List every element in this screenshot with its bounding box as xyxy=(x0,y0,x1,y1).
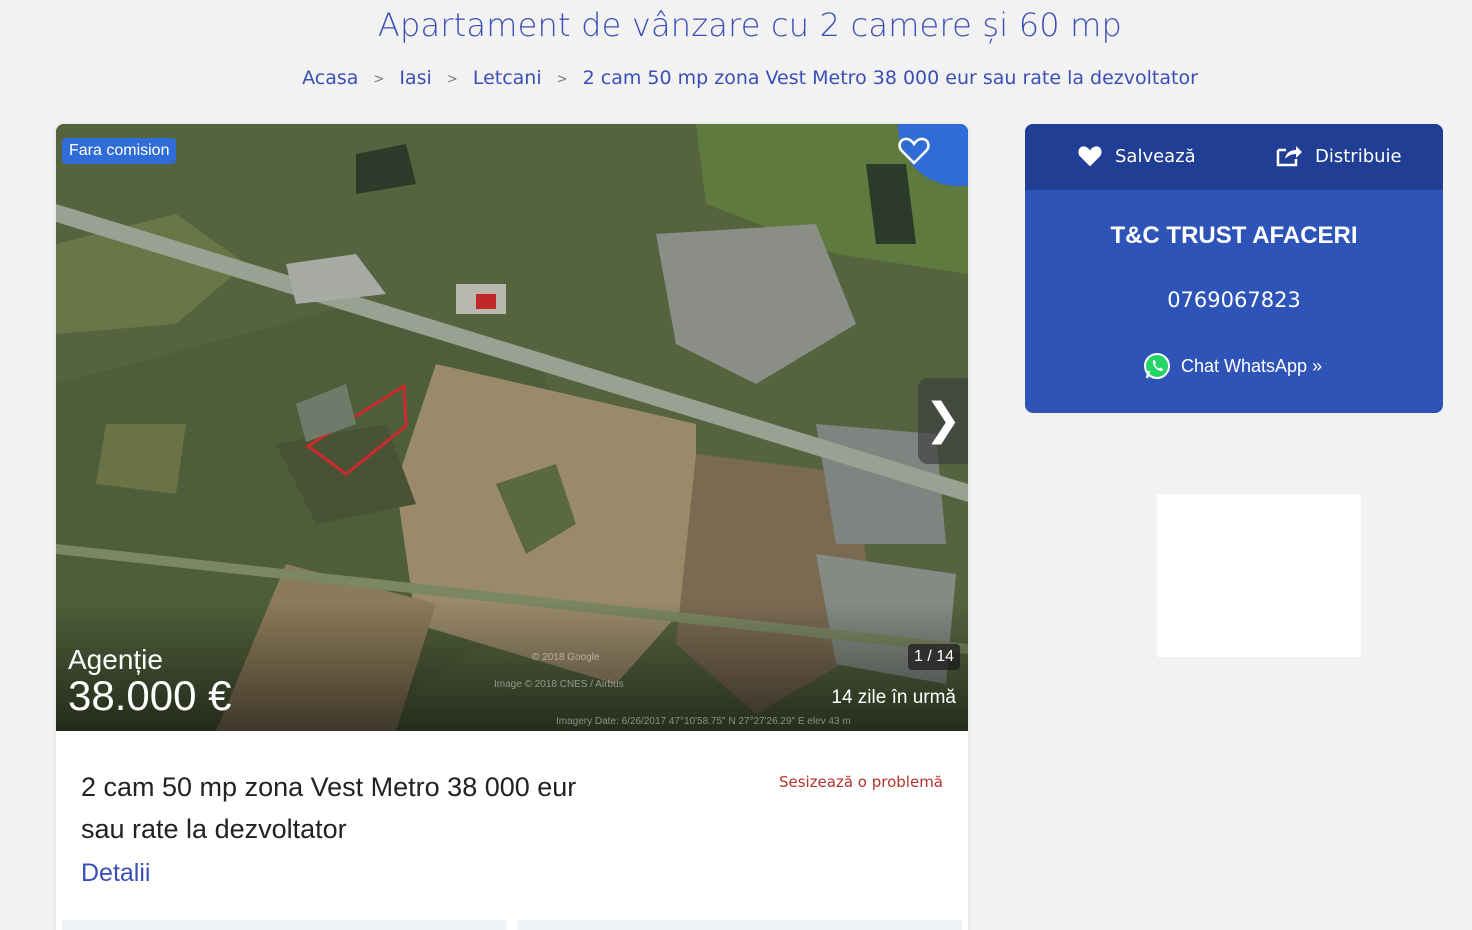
details-link[interactable]: Detalii xyxy=(81,859,150,888)
gallery-next-button[interactable]: ❯ xyxy=(918,378,968,464)
photo-counter: 1 / 14 xyxy=(907,644,960,670)
heart-icon xyxy=(1078,146,1102,167)
share-button[interactable]: Distribuie xyxy=(1275,144,1402,168)
breadcrumb-current[interactable]: 2 cam 50 mp zona Vest Metro 38 000 eur s… xyxy=(583,67,1198,89)
whatsapp-icon xyxy=(1144,353,1170,379)
posted-ago: 14 zile în urmă xyxy=(831,687,956,708)
breadcrumb: Acasa > Iasi > Letcani > 2 cam 50 mp zon… xyxy=(0,67,1472,89)
listing-title: 2 cam 50 mp zona Vest Metro 38 000 eur s… xyxy=(81,772,577,844)
whatsapp-chat-button[interactable]: Chat WhatsApp » xyxy=(1143,352,1322,380)
breadcrumb-locality[interactable]: Letcani xyxy=(473,67,542,89)
agency-name: T&C TRUST AFACERI xyxy=(1110,222,1358,249)
page-title: Apartament de vânzare cu 2 camere și 60 … xyxy=(377,6,1123,44)
whatsapp-label: Chat WhatsApp » xyxy=(1181,355,1323,376)
breadcrumb-separator: > xyxy=(556,72,568,87)
breadcrumb-separator: > xyxy=(446,72,458,87)
detail-tile xyxy=(517,920,962,930)
breadcrumb-home[interactable]: Acasa xyxy=(302,67,358,89)
agent-actions-bar: Salvează Distribuie xyxy=(1025,124,1443,190)
listing-card: Fara comision ❯ © 2018 Google Image © 20… xyxy=(56,124,968,930)
save-label: Salvează xyxy=(1115,145,1196,167)
save-button[interactable]: Salvează xyxy=(1077,144,1196,168)
price: 38.000 € xyxy=(68,672,232,719)
detail-tile xyxy=(62,920,507,930)
ad-placeholder xyxy=(1157,494,1361,657)
map-watermark-imagery: Imagery Date: 6/26/2017 47°10'58.75" N 2… xyxy=(556,716,851,727)
share-icon xyxy=(1276,146,1302,167)
report-problem-link[interactable]: Sesizează o problemă xyxy=(779,773,943,791)
agent-panel: Salvează Distribuie T&C TRUST AFACERI 07… xyxy=(1025,124,1443,413)
agency-phone[interactable]: 0769067823 xyxy=(1025,288,1443,312)
map-watermark-google: © 2018 Google xyxy=(532,652,600,663)
share-label: Distribuie xyxy=(1315,145,1402,167)
breadcrumb-separator: > xyxy=(373,72,385,87)
no-commission-badge: Fara comision xyxy=(62,138,177,164)
chevron-right-icon: ❯ xyxy=(924,394,962,445)
heart-outline-icon xyxy=(898,137,930,165)
listing-photo[interactable]: Fara comision ❯ © 2018 Google Image © 20… xyxy=(56,124,968,731)
map-watermark-image: Image © 2018 CNES / Airbus xyxy=(494,679,624,690)
breadcrumb-city[interactable]: Iasi xyxy=(399,67,431,89)
